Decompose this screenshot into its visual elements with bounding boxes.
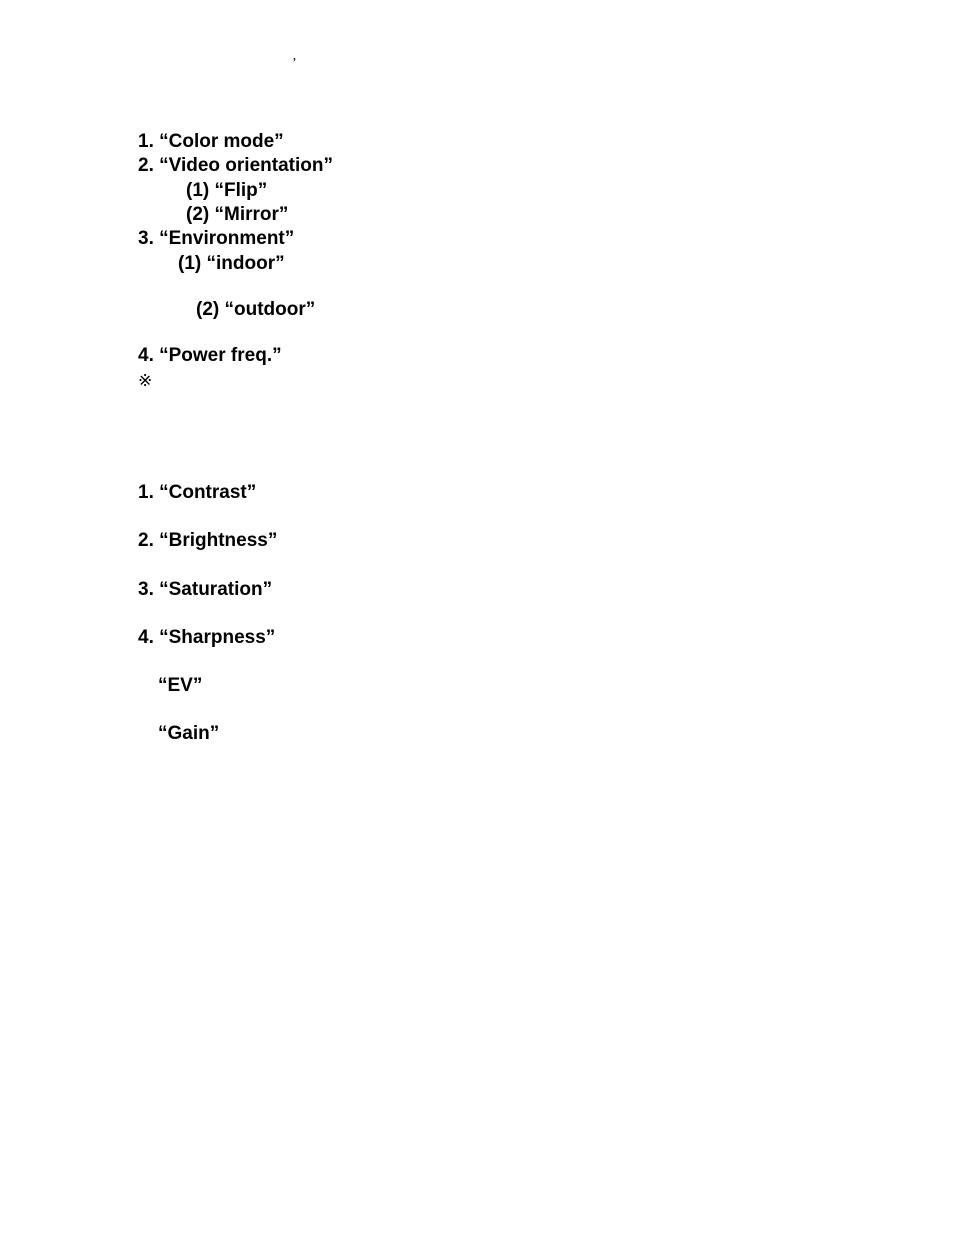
s1-item-power-freq: 4. “Power freq.” (138, 344, 838, 368)
s1-item-video-orientation: 2. “Video orientation” (138, 154, 838, 178)
s2-item-gain: “Gain” (138, 722, 838, 746)
s1-item-mirror: (2) “Mirror” (138, 203, 838, 227)
document-body: 1. “Color mode” 2. “Video orientation” (… (138, 130, 838, 747)
s2-item-sharpness: 4. “Sharpness” (138, 626, 838, 650)
top-stray-mark: ’ (292, 56, 297, 72)
s2-item-brightness: 2. “Brightness” (138, 529, 838, 553)
s2-item-contrast: 1. “Contrast” (138, 481, 838, 505)
s2-item-ev: “EV” (138, 674, 838, 698)
note-reference-mark: ※ (138, 371, 838, 391)
s1-item-environment: 3. “Environment” (138, 227, 838, 251)
s2-item-saturation: 3. “Saturation” (138, 578, 838, 602)
s1-item-flip: (1) “Flip” (138, 179, 838, 203)
s1-item-indoor: (1) “indoor” (138, 252, 838, 276)
s1-item-color-mode: 1. “Color mode” (138, 130, 838, 154)
s1-item-outdoor: (2) “outdoor” (138, 298, 838, 322)
